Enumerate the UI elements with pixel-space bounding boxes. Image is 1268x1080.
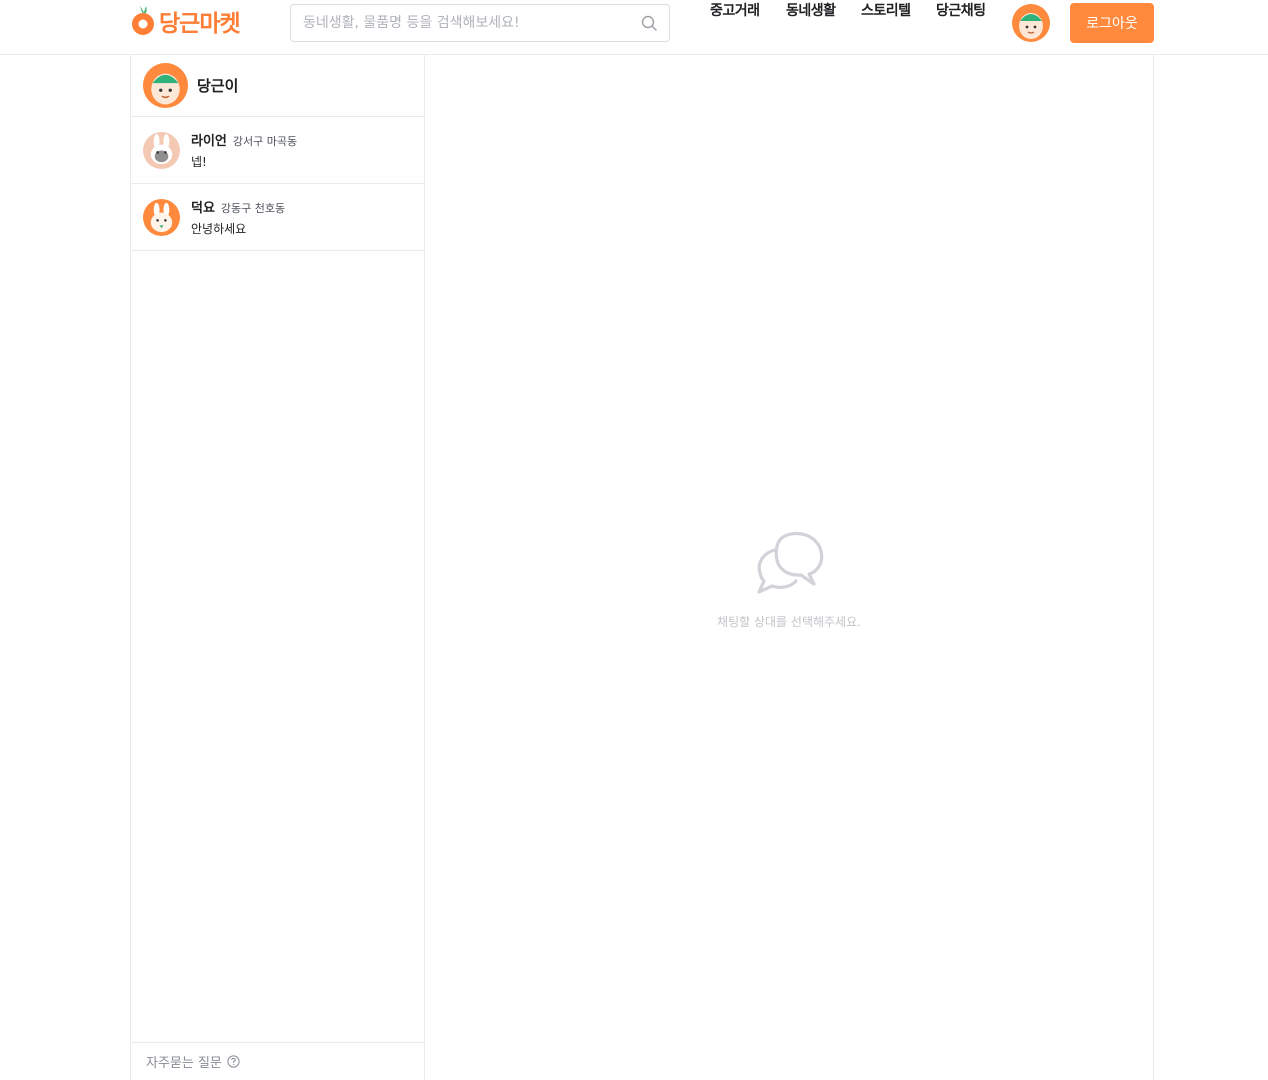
chat-bubbles-icon bbox=[757, 531, 824, 594]
rabbit-carrot-avatar-icon bbox=[143, 198, 180, 236]
empty-state-message: 채팅할 상대를 선택해주세요. bbox=[717, 615, 861, 629]
chat-user-location: 강서구 마곡동 bbox=[232, 135, 298, 148]
chat-list-item[interactable]: 라이언 강서구 마곡동 넵! bbox=[131, 117, 424, 184]
chat-last-message: 넵! bbox=[191, 155, 207, 169]
chat-user-name: 라이언 bbox=[191, 134, 227, 149]
my-avatar bbox=[143, 63, 188, 108]
faq-label: 자주묻는 질문 bbox=[146, 1056, 222, 1071]
empty-state: 채팅할 상대를 선택해주세요. bbox=[425, 525, 1153, 630]
top-header: 당근마켓 중고거래 동네생활 스토리텔 당근채팅 로그아웃 bbox=[0, 0, 1268, 55]
chat-text: 덕요 강동구 천호동 안녕하세요 bbox=[191, 197, 285, 237]
help-circle-icon bbox=[227, 1055, 240, 1068]
chat-header: 덕요 강동구 천호동 bbox=[191, 197, 285, 216]
chat-avatar bbox=[143, 131, 180, 169]
carrot-logo-icon bbox=[132, 6, 154, 35]
logout-button[interactable]: 로그아웃 bbox=[1070, 3, 1154, 43]
carrot-avatar-icon bbox=[1012, 4, 1050, 42]
my-name: 당근이 bbox=[197, 77, 239, 95]
nav-neighborhood-life[interactable]: 동네생활 bbox=[786, 0, 836, 20]
chat-sidebar: 당근이 라이언 강서구 마곡동 넵! 덕요 강동구 천호동 안녕하세요 자주묻는… bbox=[130, 55, 425, 1080]
chat-user-name: 덕요 bbox=[191, 201, 215, 216]
daangn-logo[interactable]: 당근마켓 bbox=[130, 3, 241, 39]
chat-list-item[interactable]: 덕요 강동구 천호동 안녕하세요 bbox=[131, 184, 424, 251]
search-box[interactable] bbox=[290, 4, 670, 42]
my-profile-row: 당근이 bbox=[131, 55, 424, 117]
rabbit-avatar-icon bbox=[143, 131, 180, 169]
search-icon[interactable] bbox=[629, 5, 669, 41]
nav-story[interactable]: 스토리텔 bbox=[861, 0, 911, 20]
nav-used-trade[interactable]: 중고거래 bbox=[710, 0, 760, 20]
chat-text: 라이언 강서구 마곡동 넵! bbox=[191, 130, 297, 170]
profile-avatar[interactable] bbox=[1012, 4, 1050, 42]
logo-text: 당근마켓 bbox=[159, 11, 241, 37]
chat-last-message: 안녕하세요 bbox=[191, 222, 247, 236]
nav-daangn-chat[interactable]: 당근채팅 bbox=[936, 0, 986, 20]
faq-link[interactable]: 자주묻는 질문 bbox=[131, 1042, 424, 1080]
search-input[interactable] bbox=[303, 5, 629, 41]
chat-avatar bbox=[143, 198, 180, 236]
chat-main-panel: 채팅할 상대를 선택해주세요. bbox=[425, 55, 1154, 1080]
carrot-avatar-icon bbox=[143, 63, 188, 108]
chat-user-location: 강동구 천호동 bbox=[220, 202, 286, 215]
chat-header: 라이언 강서구 마곡동 bbox=[191, 130, 297, 149]
